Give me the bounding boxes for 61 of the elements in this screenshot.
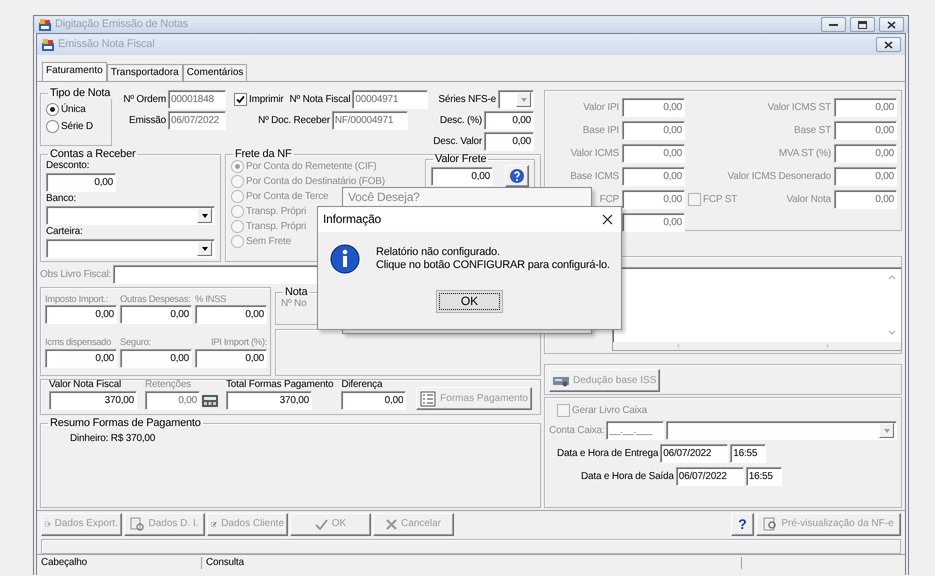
field-label: MVA ST (%) [778, 148, 831, 160]
dialog-title: Você Deseja? [348, 190, 420, 205]
field-label: Desc. (%) [440, 114, 482, 126]
field-label: Data e Hora de Saída [580, 470, 674, 482]
field-label: Seguro: [120, 337, 152, 349]
field-label: Desc. Valor [433, 136, 482, 148]
radio-label: Série D [61, 120, 93, 132]
field-label: Outras Despesas: [120, 294, 192, 306]
field-label: Base ICMS [569, 170, 619, 182]
group-title: Frete da NF [234, 149, 292, 160]
radio-label: Transp. Própri [246, 220, 306, 232]
field-label: Carteira: [46, 226, 84, 238]
field-label: Nº No [281, 298, 306, 309]
field-label: Valor ICMS Desonerado [726, 170, 831, 182]
field-label: FCP [598, 194, 619, 206]
summary-line: Dinheiro: R$ 370,00 [70, 433, 156, 444]
radio-label: Por Conta do Destinatário (FOB) [246, 176, 385, 188]
field-label: Obs Livro Fiscal: [40, 268, 112, 280]
radio-label: Única [61, 104, 86, 116]
field-label: % INSS [195, 294, 228, 306]
group-title: Contas a Receber [49, 149, 136, 160]
field-label: Retenções [145, 379, 192, 391]
checkbox-label: FCP ST [703, 194, 738, 206]
field-label: Valor ICMS [570, 148, 619, 160]
status-text: Consulta [206, 556, 244, 568]
dialog-title: Informação [323, 212, 382, 227]
radio-label: Por Conta do Remetente (CIF) [246, 160, 377, 172]
field-label: IPI Import (%): [210, 337, 267, 349]
window-title: Emissão Nota Fiscal [58, 38, 154, 52]
field-label: Valor Nota Fiscal [49, 379, 122, 391]
checkbox-label: Imprimir [249, 94, 284, 106]
status-text: Cabeçalho [41, 556, 88, 568]
field-label: Nº Ordem [122, 94, 166, 106]
field-label: Nº Doc. Receber [258, 114, 330, 126]
field-label: Diferença [341, 379, 384, 391]
radio-label: Sem Frete [246, 236, 291, 248]
field-label: Base ST [793, 124, 831, 136]
field-label: Nº Nota Fiscal [290, 94, 350, 106]
field-label: Emissão [128, 114, 166, 126]
dialog-message: Relatório não configurado. [376, 246, 500, 258]
field-label: Imposto Import.: [45, 294, 110, 306]
group-title: Tipo de Nota [49, 88, 112, 99]
group-title: Resumo Formas de Pagamento [49, 418, 202, 429]
field-label: Séries NFS-e [438, 94, 496, 106]
field-label: Data e Hora de Entrega [557, 448, 658, 460]
field-label: Valor ICMS ST [766, 102, 831, 114]
checkbox-label: Gerar Livro Caixa [572, 404, 647, 416]
field-label: Banco: [46, 193, 77, 205]
field-label: Icms dispensado [45, 337, 112, 349]
field-label: Valor Nota [786, 194, 831, 206]
field-label: Total Formas Pagamento [226, 379, 334, 391]
field-label: Base IPI [582, 124, 619, 136]
field-label: Conta Caixa: [549, 424, 604, 436]
radio-label: Transp. Própri [246, 206, 306, 218]
group-title: Valor Frete [434, 154, 488, 165]
radio-label: Por Conta de Terce [246, 190, 328, 202]
field-label: Valor IPI [582, 102, 619, 114]
field-label: Desconto: [46, 160, 90, 172]
window-title: Digitação Emissão de Notas [55, 18, 188, 32]
group-title: Nota [284, 287, 309, 298]
dialog-message: Clique no botão CONFIGURAR para configurá-lo. [376, 259, 610, 271]
